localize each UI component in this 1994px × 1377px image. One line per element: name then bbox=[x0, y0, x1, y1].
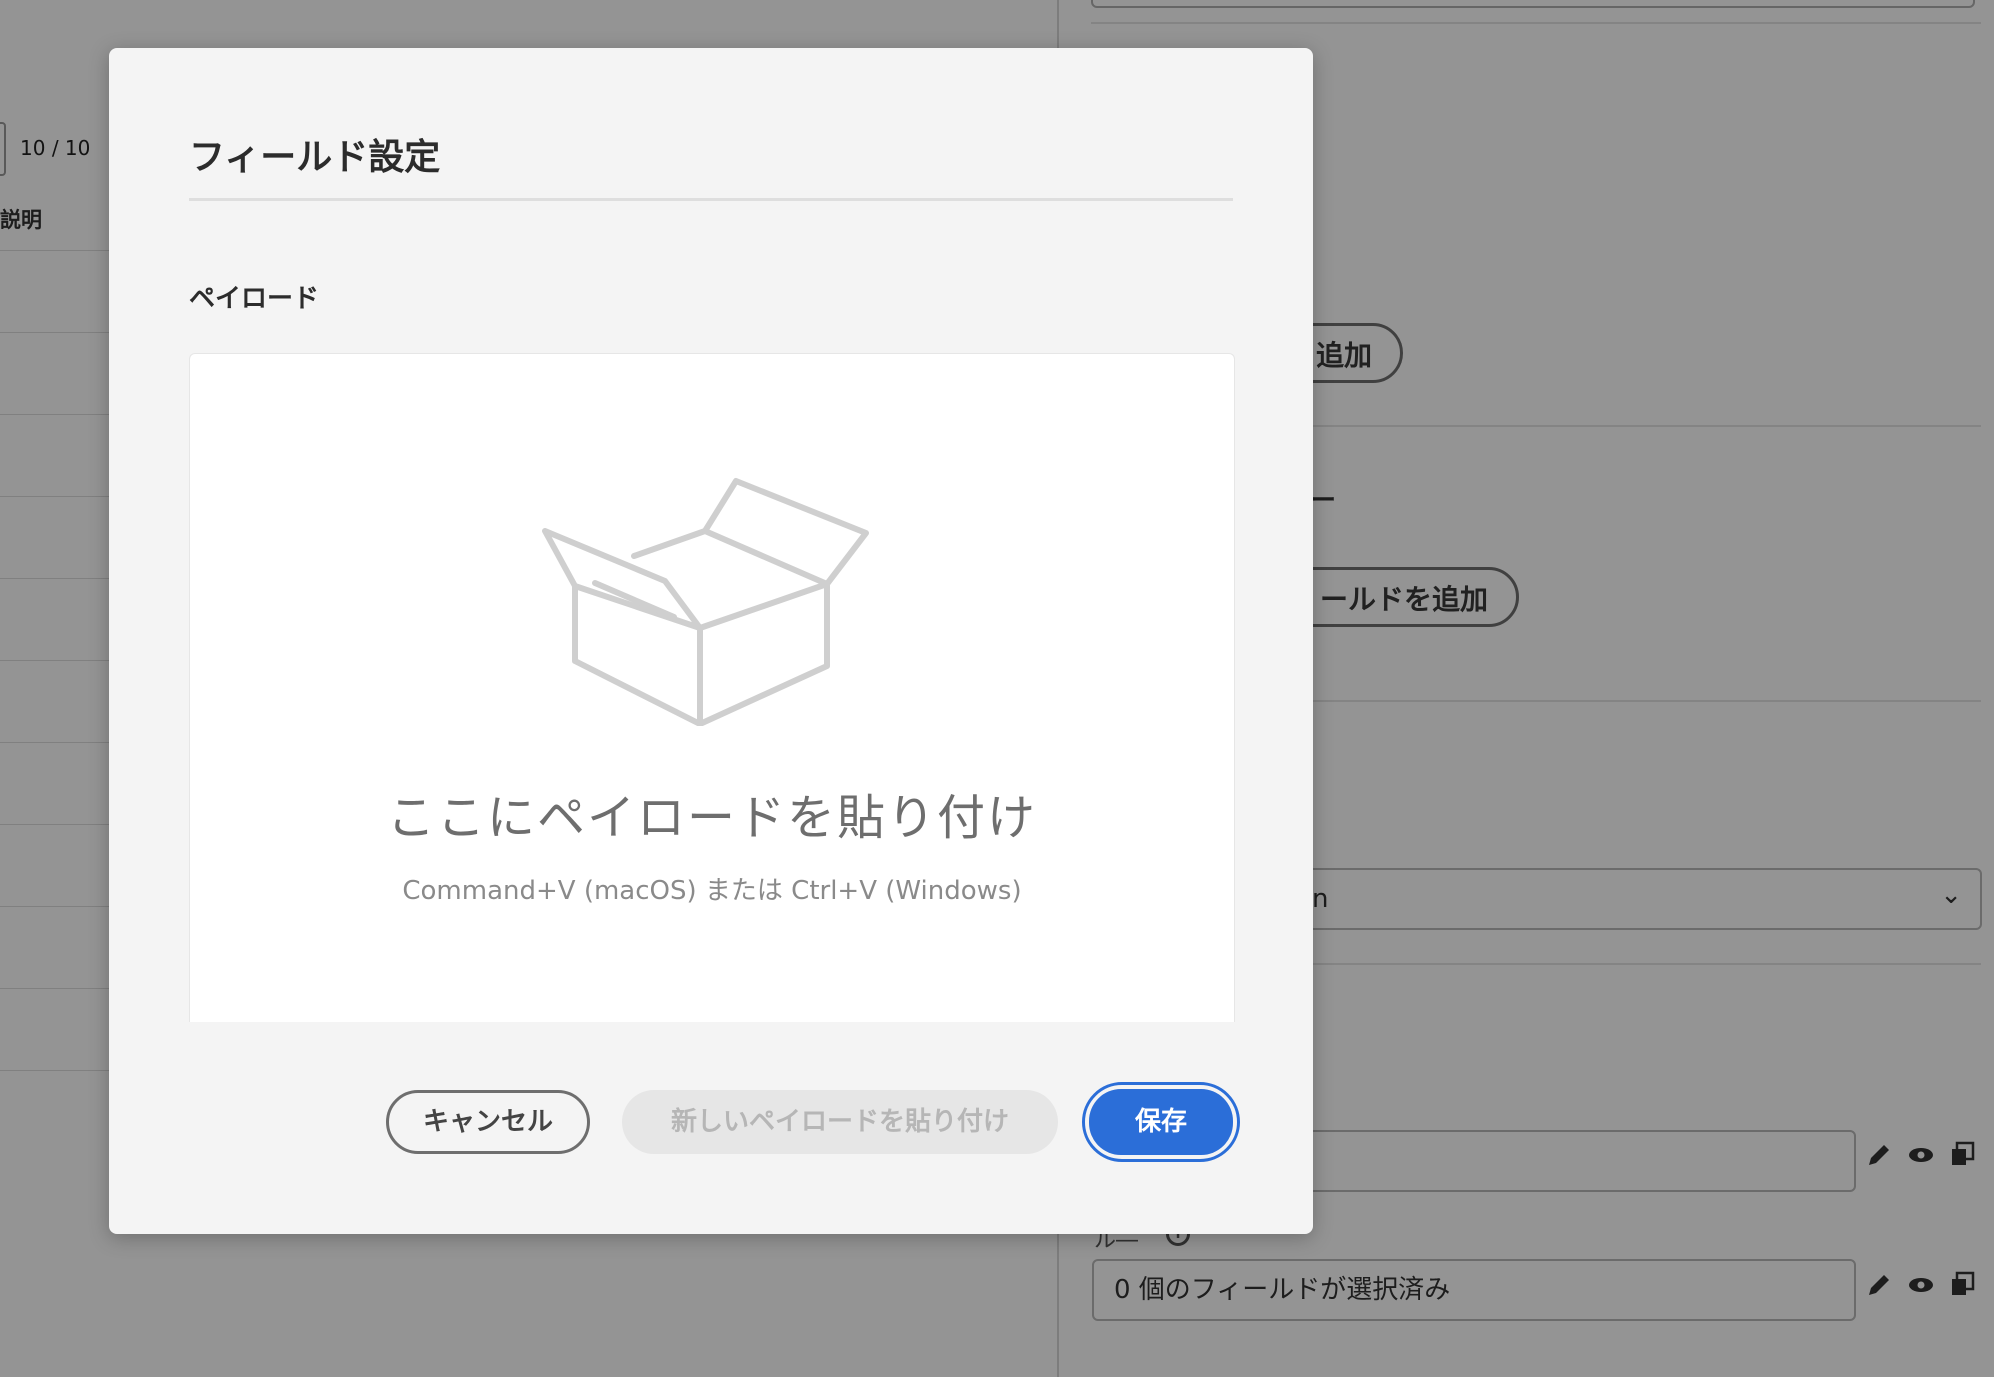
paste-new-payload-button[interactable]: 新しいペイロードを貼り付け bbox=[622, 1090, 1058, 1154]
dialog-title: フィールド設定 bbox=[189, 137, 441, 178]
dropzone-hint: Command+V (macOS) または Ctrl+V (Windows) bbox=[402, 876, 1022, 906]
cancel-button[interactable]: キャンセル bbox=[386, 1090, 590, 1154]
dialog-divider bbox=[189, 198, 1233, 201]
payload-dropzone[interactable]: ここにペイロードを貼り付け Command+V (macOS) または Ctrl… bbox=[189, 353, 1235, 1022]
field-settings-dialog: フィールド設定 ペイロード ここにペイロードを貼り付け Command+V (m… bbox=[109, 48, 1313, 1234]
dropzone-heading: ここにペイロードを貼り付け bbox=[386, 790, 1037, 846]
save-button[interactable]: 保存 bbox=[1089, 1089, 1233, 1155]
box-open-icon bbox=[542, 478, 869, 726]
payload-section-label: ペイロード bbox=[189, 284, 320, 314]
